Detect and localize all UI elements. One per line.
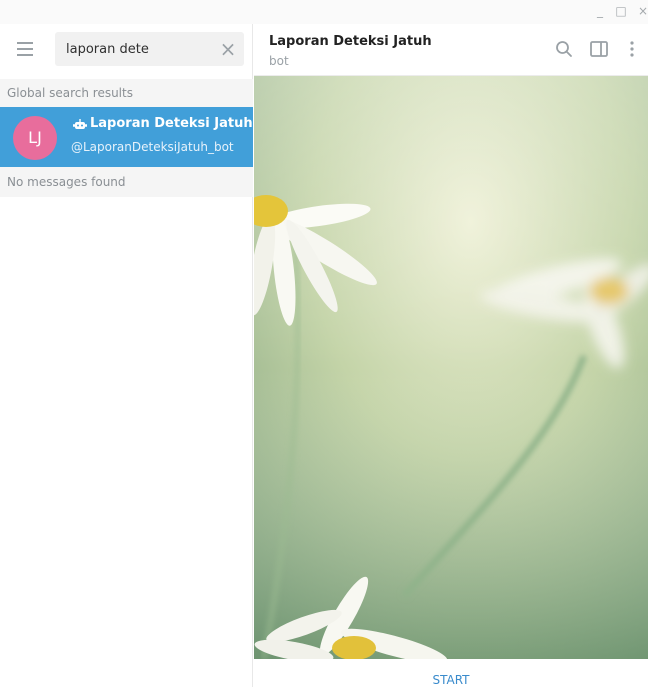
search-icon[interactable] <box>553 38 575 60</box>
global-search-results-header: Global search results <box>0 79 253 107</box>
search-result-item[interactable]: LJ Laporan Deteksi Jatuh @LaporanDeteksi… <box>0 107 253 167</box>
close-icon[interactable]: × <box>218 39 238 59</box>
minimize-button[interactable]: _ <box>593 4 607 18</box>
more-vertical-icon[interactable] <box>621 38 643 60</box>
chat-title[interactable]: Laporan Deteksi Jatuh <box>269 34 432 49</box>
start-button[interactable]: START <box>254 659 648 687</box>
chat-bottom-bar: START <box>254 659 648 687</box>
search-result-username: @LaporanDeteksiJatuh_bot <box>71 140 234 154</box>
no-messages-header: No messages found <box>0 167 253 197</box>
telegram-window: _ □ × × Global search results LJ Laporan… <box>0 0 648 687</box>
maximize-button[interactable]: □ <box>614 4 628 18</box>
close-window-button[interactable]: × <box>636 4 648 18</box>
search-result-name: Laporan Deteksi Jatuh <box>90 116 253 131</box>
title-bar: _ □ × <box>0 0 648 24</box>
sidebar: × Global search results LJ Laporan Detek… <box>0 24 253 687</box>
chat-subtitle: bot <box>269 54 289 68</box>
bot-icon <box>73 119 87 129</box>
chat-wallpaper <box>254 76 648 659</box>
chat-header: Laporan Deteksi Jatuh bot <box>254 24 648 76</box>
daisy-wallpaper-image <box>254 76 648 659</box>
side-panel-icon[interactable] <box>588 38 610 60</box>
search-input[interactable] <box>66 40 216 58</box>
search-box: × <box>55 32 244 66</box>
hamburger-menu-icon[interactable] <box>13 38 35 60</box>
avatar: LJ <box>13 116 57 160</box>
